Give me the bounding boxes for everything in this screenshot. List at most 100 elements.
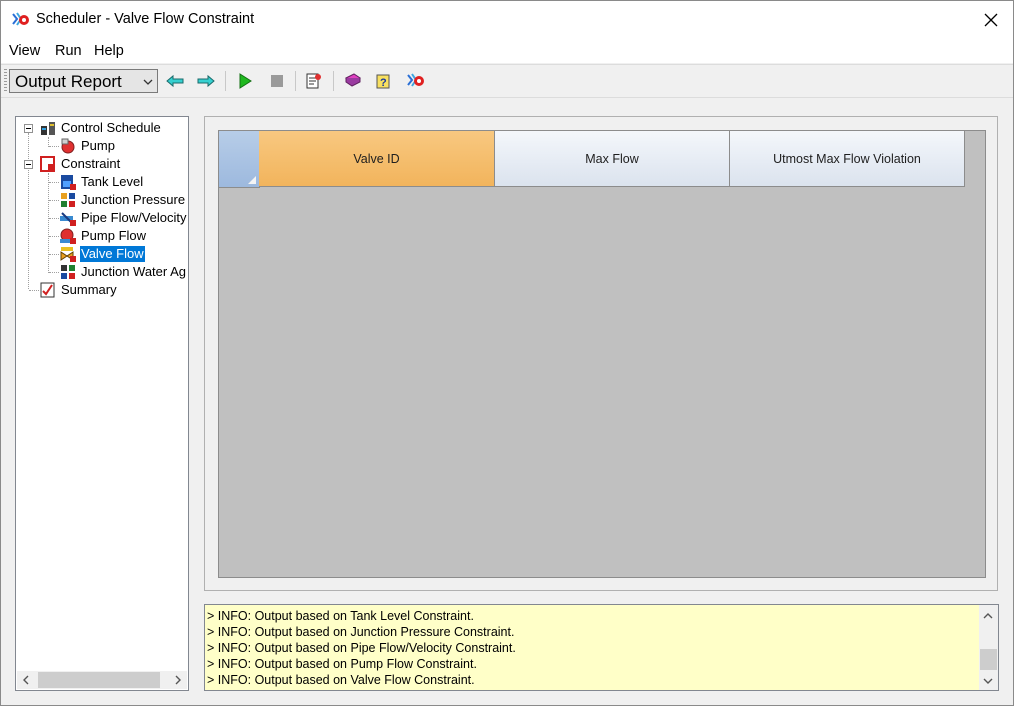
expander-constraint[interactable] [24,160,33,169]
tree-connector [48,173,49,273]
output-grid[interactable]: Valve ID Max Flow Utmost Max Flow Violat… [218,130,986,578]
close-icon [984,13,998,27]
scheduler-button[interactable] [406,71,426,91]
constraint-icon [40,156,55,172]
tree-item-control-schedule[interactable]: Control Schedule [40,119,162,137]
view-combo-value: Output Report [15,72,122,91]
tree-item-label: Junction Pressure [81,192,186,207]
control-schedule-icon [41,122,55,135]
tree-item-pump-flow[interactable]: Pump Flow [60,227,147,245]
stop-icon [271,75,283,87]
tree-item-junction-pressure[interactable]: Junction Pressure [60,191,186,209]
toolbar: Output Report ? [1,64,1013,98]
scroll-right-button[interactable] [169,671,187,689]
tree-item-label: Valve Flow [79,245,146,263]
tree-item-pipe-flow[interactable]: Pipe Flow/Velocity [60,209,188,227]
output-report-icon [306,73,321,89]
tree-item-label: Pump Flow [81,228,147,243]
log-line: > INFO: Output based on Pump Flow Constr… [207,657,477,671]
chevron-down-icon [983,678,993,684]
menu-bar: View Run Help [1,39,1013,63]
chevron-up-icon [983,613,993,619]
tree-connector [49,218,59,219]
chevron-down-icon [143,79,153,85]
tree-item-valve-flow[interactable]: Valve Flow [60,245,146,263]
tree-item-label: Tank Level [81,174,144,189]
valve-flow-icon [60,247,76,262]
log-vertical-scrollbar[interactable] [979,605,998,690]
scheduler-app-icon [12,12,29,26]
pipe-flow-icon [60,212,76,226]
title-bar: Scheduler - Valve Flow Constraint [1,1,1013,39]
tree-item-pump[interactable]: Pump [60,137,116,155]
stop-button[interactable] [267,71,287,91]
tree-item-label: Pump [81,138,115,153]
navigation-tree: Control Schedule Pump Constraint Tank Le… [15,116,189,691]
log-line: > INFO: Output based on Pipe Flow/Veloci… [207,641,516,655]
junction-water-age-icon [61,265,75,279]
tree-item-summary[interactable]: Summary [40,281,118,299]
help-question-icon: ? [376,74,390,89]
svg-text:?: ? [380,77,387,89]
grid-select-all-corner[interactable] [219,131,260,188]
chevron-left-icon [23,675,29,685]
tree-connector [29,290,39,291]
help-book-icon [345,73,361,87]
tree-connector [49,182,59,183]
scroll-up-button[interactable] [979,607,997,625]
help-book-button[interactable] [343,71,363,91]
tree-item-label: Constraint [61,156,121,171]
scroll-left-button[interactable] [17,671,35,689]
help-question-button[interactable]: ? [374,71,394,91]
message-log[interactable]: > INFO: Output based on Tank Level Const… [204,604,999,691]
tree-connector [49,200,59,201]
scrollbar-thumb[interactable] [980,649,997,670]
tree-item-label: Junction Water Ag [81,264,187,279]
chevron-right-icon [175,675,181,685]
toolbar-separator [225,71,226,91]
scheduler-icon [407,73,424,87]
tree-connector [49,236,59,237]
expander-control-schedule[interactable] [24,124,33,133]
window-title: Scheduler - Valve Flow Constraint [36,11,255,27]
tree-item-tank-level[interactable]: Tank Level [60,173,144,191]
pump-flow-icon [60,228,76,244]
scheduler-window: Scheduler - Valve Flow Constraint View R… [0,0,1014,706]
tree-item-label: Pipe Flow/Velocity [81,210,187,225]
scrollbar-thumb[interactable] [38,672,160,688]
output-report-button[interactable] [304,71,324,91]
forward-button[interactable] [196,71,216,91]
toolbar-grip[interactable] [4,69,7,93]
menu-run[interactable]: Run [55,43,82,59]
tree-item-label: Control Schedule [61,120,161,135]
corner-triangle-icon [248,176,256,184]
tree-horizontal-scrollbar[interactable] [17,671,187,689]
log-line: > INFO: Output based on Valve Flow Const… [207,673,475,687]
back-arrow-icon [166,74,184,88]
column-header-max-flow[interactable]: Max Flow [495,131,730,187]
toolbar-separator [333,71,334,91]
log-line: > INFO: Output based on Junction Pressur… [207,625,515,639]
column-header-utmost-max-flow-violation[interactable]: Utmost Max Flow Violation [730,131,965,187]
tree-connector [49,146,59,147]
tank-level-icon [61,175,76,190]
tree-connector [28,133,29,289]
column-header-valve-id[interactable]: Valve ID [259,131,495,187]
junction-pressure-icon [61,193,75,207]
scroll-down-button[interactable] [979,672,997,690]
run-play-icon [239,73,252,89]
back-button[interactable] [165,71,185,91]
tree-item-constraint[interactable]: Constraint [40,155,121,173]
summary-icon [40,282,55,298]
view-combo[interactable]: Output Report [9,69,158,93]
close-button[interactable] [969,1,1013,39]
tree-item-label: Summary [61,282,117,297]
menu-view[interactable]: View [9,43,40,59]
run-button[interactable] [235,71,255,91]
menu-help[interactable]: Help [94,43,124,59]
forward-arrow-icon [197,74,215,88]
tree-item-junction-water-age[interactable]: Junction Water Ag [60,263,187,281]
tree-connector [49,254,59,255]
toolbar-separator [295,71,296,91]
tree-connector [49,272,59,273]
